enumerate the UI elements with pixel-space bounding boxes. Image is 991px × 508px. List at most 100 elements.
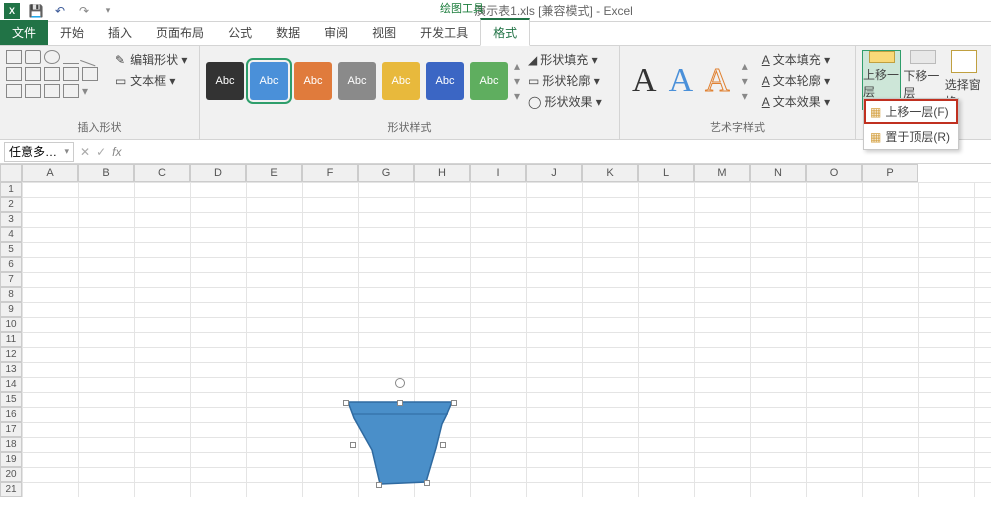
shape-styles-gallery[interactable]: Abc Abc Abc Abc Abc Abc Abc ▴ ▾ ▾ <box>206 59 520 103</box>
col-header[interactable]: I <box>470 164 526 182</box>
edit-shape-button[interactable]: ✎ 编辑形状 ▾ <box>112 50 190 69</box>
row-header[interactable]: 17 <box>0 422 22 437</box>
qat-more-icon[interactable]: ▾ <box>100 3 116 19</box>
textbox-button[interactable]: ▭ 文本框 ▾ <box>112 71 190 90</box>
row-header[interactable]: 6 <box>0 257 22 272</box>
dropdown-bring-to-front[interactable]: ▦ 置于顶层(R) <box>864 124 958 149</box>
tab-format[interactable]: 格式 <box>480 18 530 46</box>
row-header[interactable]: 21 <box>0 482 22 497</box>
col-header[interactable]: J <box>526 164 582 182</box>
formula-input[interactable] <box>127 143 987 161</box>
rotate-handle[interactable] <box>395 378 405 388</box>
text-effects-button[interactable]: A文本效果 ▾ <box>758 92 834 111</box>
row-header[interactable]: 12 <box>0 347 22 362</box>
col-header[interactable]: E <box>246 164 302 182</box>
text-outline-button[interactable]: A文本轮廓 ▾ <box>758 71 834 90</box>
redo-icon[interactable]: ↷ <box>76 3 92 19</box>
tab-layout[interactable]: 页面布局 <box>144 20 216 45</box>
col-header[interactable]: F <box>302 164 358 182</box>
shape-outline-button[interactable]: ▭形状轮廓 ▾ <box>524 71 606 90</box>
col-header[interactable]: O <box>806 164 862 182</box>
style-swatch-3[interactable]: Abc <box>294 62 332 100</box>
tab-review[interactable]: 审阅 <box>312 20 360 45</box>
wordart-style-1[interactable]: A <box>632 62 657 100</box>
col-header[interactable]: L <box>638 164 694 182</box>
col-header[interactable]: C <box>134 164 190 182</box>
row-header[interactable]: 13 <box>0 362 22 377</box>
wordart-style-2[interactable]: A <box>669 62 694 100</box>
row-header[interactable]: 18 <box>0 437 22 452</box>
cancel-icon[interactable]: ✕ <box>80 145 90 159</box>
shape-fill-button[interactable]: ◢形状填充 ▾ <box>524 50 606 69</box>
style-swatch-5[interactable]: Abc <box>382 62 420 100</box>
resize-handle[interactable] <box>424 480 430 486</box>
col-header[interactable]: G <box>358 164 414 182</box>
chevron-down-icon[interactable]: ▾ <box>64 146 69 157</box>
col-header[interactable]: P <box>862 164 918 182</box>
wordart-style-3[interactable]: A <box>705 62 730 100</box>
gallery-up-icon[interactable]: ▴ <box>514 59 520 73</box>
gallery-down-icon[interactable]: ▾ <box>514 74 520 88</box>
shape-effects-button[interactable]: ◯形状效果 ▾ <box>524 92 606 111</box>
selected-shape[interactable] <box>346 394 454 490</box>
row-header[interactable]: 3 <box>0 212 22 227</box>
tab-file[interactable]: 文件 <box>0 20 48 45</box>
col-header[interactable]: K <box>582 164 638 182</box>
row-header[interactable]: 2 <box>0 197 22 212</box>
style-swatch-6[interactable]: Abc <box>426 62 464 100</box>
row-header[interactable]: 16 <box>0 407 22 422</box>
gallery-down-icon[interactable]: ▾ <box>742 74 748 88</box>
save-icon[interactable]: 💾 <box>28 3 44 19</box>
col-header[interactable]: A <box>22 164 78 182</box>
gallery-more-icon[interactable]: ▾ <box>742 89 748 103</box>
row-header[interactable]: 1 <box>0 182 22 197</box>
tool-context-label: 绘图工具 <box>440 0 484 16</box>
resize-handle[interactable] <box>343 400 349 406</box>
row-header[interactable]: 20 <box>0 467 22 482</box>
row-header[interactable]: 14 <box>0 377 22 392</box>
name-box[interactable]: 任意多…▾ <box>4 142 74 162</box>
row-header[interactable]: 19 <box>0 452 22 467</box>
resize-handle[interactable] <box>397 400 403 406</box>
resize-handle[interactable] <box>440 442 446 448</box>
row-header[interactable]: 15 <box>0 392 22 407</box>
resize-handle[interactable] <box>350 442 356 448</box>
row-header[interactable]: 10 <box>0 317 22 332</box>
gallery-up-icon[interactable]: ▴ <box>742 59 748 73</box>
tab-developer[interactable]: 开发工具 <box>408 20 480 45</box>
tab-insert[interactable]: 插入 <box>96 20 144 45</box>
wordart-gallery[interactable]: A A A ▴ ▾ ▾ <box>626 59 754 103</box>
col-header[interactable]: H <box>414 164 470 182</box>
shapes-gallery[interactable]: ▾ <box>6 50 106 98</box>
style-swatch-1[interactable]: Abc <box>206 62 244 100</box>
row-header[interactable]: 7 <box>0 272 22 287</box>
tab-view[interactable]: 视图 <box>360 20 408 45</box>
tab-formulas[interactable]: 公式 <box>216 20 264 45</box>
tab-home[interactable]: 开始 <box>48 20 96 45</box>
style-swatch-2[interactable]: Abc <box>250 62 288 100</box>
select-all-corner[interactable] <box>0 164 22 182</box>
undo-icon[interactable]: ↶ <box>52 3 68 19</box>
col-header[interactable]: M <box>694 164 750 182</box>
group-label: 形状样式 <box>206 119 613 135</box>
cells-area[interactable] <box>22 182 991 497</box>
gallery-more-icon[interactable]: ▾ <box>514 89 520 103</box>
col-header[interactable]: N <box>750 164 806 182</box>
col-header[interactable]: B <box>78 164 134 182</box>
resize-handle[interactable] <box>376 482 382 488</box>
style-swatch-7[interactable]: Abc <box>470 62 508 100</box>
fx-label[interactable]: fx <box>112 145 121 159</box>
row-header[interactable]: 4 <box>0 227 22 242</box>
resize-handle[interactable] <box>451 400 457 406</box>
row-header[interactable]: 11 <box>0 332 22 347</box>
dropdown-bring-forward[interactable]: ▦ 上移一层(F) <box>864 99 958 124</box>
confirm-icon[interactable]: ✓ <box>96 145 106 159</box>
group-wordart: A A A ▴ ▾ ▾ A文本填充 ▾ A文本轮廓 ▾ A文本效果 ▾ 艺术字样… <box>620 46 856 139</box>
row-header[interactable]: 8 <box>0 287 22 302</box>
row-header[interactable]: 9 <box>0 302 22 317</box>
tab-data[interactable]: 数据 <box>264 20 312 45</box>
col-header[interactable]: D <box>190 164 246 182</box>
style-swatch-4[interactable]: Abc <box>338 62 376 100</box>
text-fill-button[interactable]: A文本填充 ▾ <box>758 50 834 69</box>
row-header[interactable]: 5 <box>0 242 22 257</box>
